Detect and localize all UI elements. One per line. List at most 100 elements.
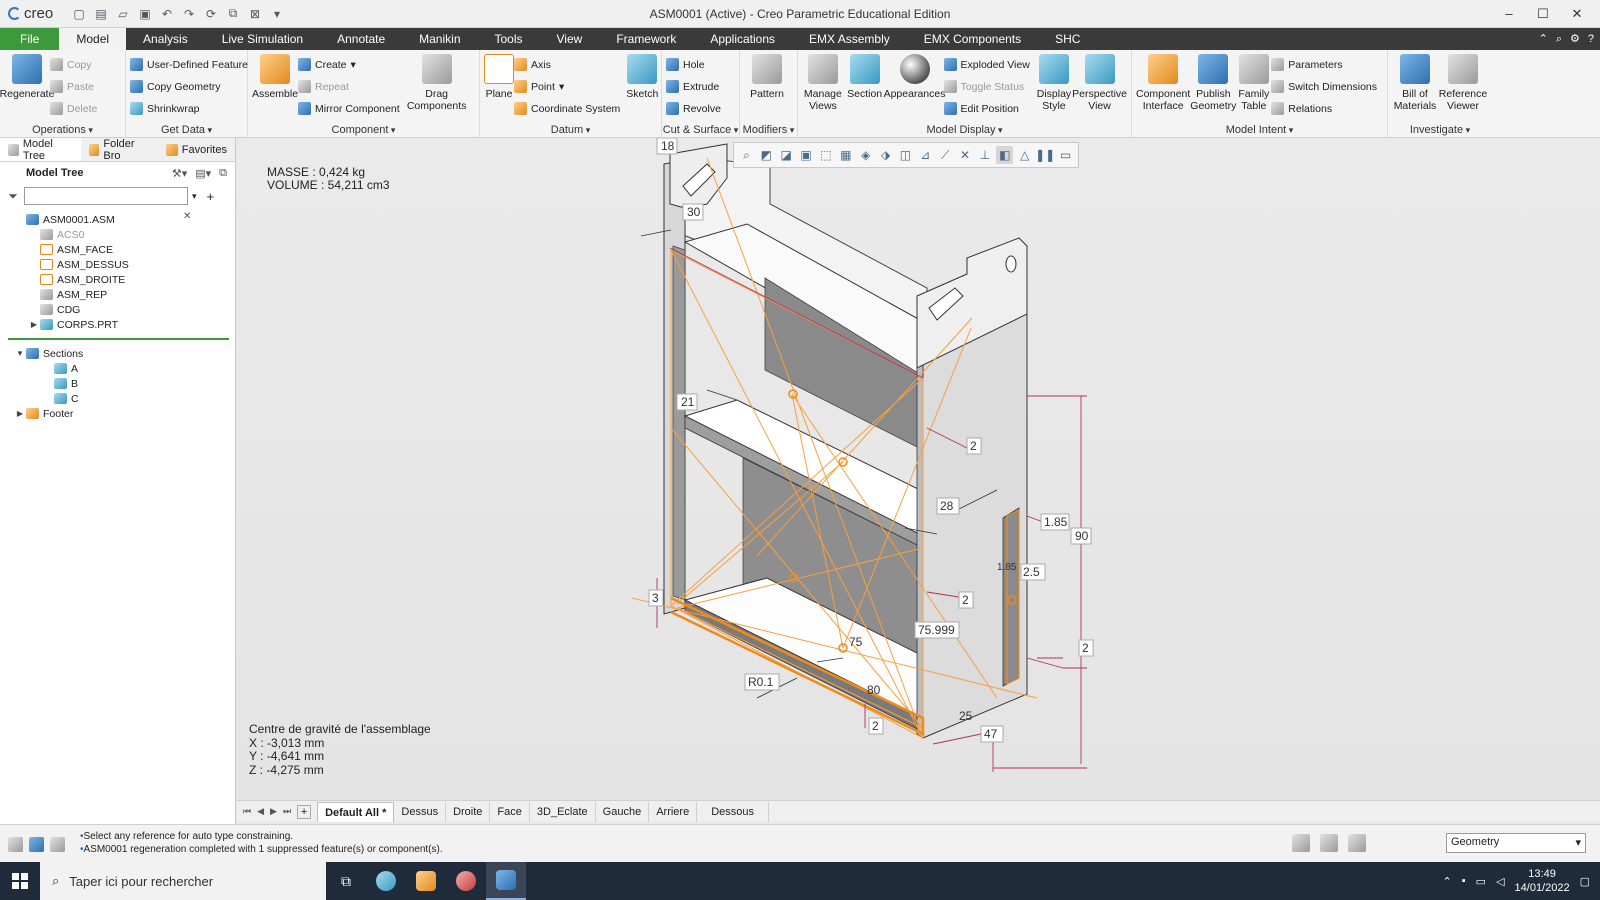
network-icon[interactable]: ▭ — [1476, 875, 1486, 888]
point-button[interactable]: Point ▾ — [514, 77, 620, 96]
parameters-button[interactable]: Parameters — [1271, 55, 1377, 74]
task-view-button[interactable]: ⧉ — [326, 862, 366, 900]
delete-button[interactable]: Delete — [50, 99, 97, 118]
graphics-window[interactable]: MASSE : 0,424 kg VOLUME : 54,211 cm3 Cen… — [237, 138, 1600, 800]
zoom-out-icon[interactable]: ◪ — [778, 146, 795, 164]
section-toolbar-icon[interactable]: ◫ — [897, 146, 914, 164]
search-icon[interactable]: ⌕ — [1556, 28, 1562, 50]
save-icon[interactable]: ▣ — [136, 5, 154, 23]
regenerate-small-icon[interactable]: ⟳ — [202, 5, 220, 23]
tree-settings-icon[interactable]: ⚒▾ — [172, 167, 187, 180]
clock[interactable]: 13:49 14/01/2022 — [1515, 867, 1570, 895]
hole-button[interactable]: Hole — [666, 55, 721, 74]
selected-items-icon[interactable] — [1348, 834, 1366, 852]
mirror-component-button[interactable]: Mirror Component — [298, 99, 400, 118]
tab-favorites[interactable]: Favorites — [158, 138, 235, 161]
search-dropdown-icon[interactable]: ▾ — [192, 191, 197, 202]
tab-analysis[interactable]: Analysis — [126, 28, 205, 50]
group-label-get-data[interactable]: Get Data — [126, 124, 247, 136]
point-display-icon[interactable]: ✕ — [957, 146, 974, 164]
notifications-icon[interactable]: ▢ — [1580, 875, 1590, 888]
help-icon[interactable]: ? — [1588, 28, 1594, 50]
perspective-icon[interactable]: ⬗ — [877, 146, 894, 164]
tab-file[interactable]: File — [0, 28, 60, 50]
next-view-icon[interactable]: ▶ — [270, 806, 277, 817]
tab-applications[interactable]: Applications — [693, 28, 792, 50]
open-folder-icon[interactable]: ▱ — [114, 5, 132, 23]
tab-framework[interactable]: Framework — [599, 28, 693, 50]
extrude-button[interactable]: Extrude — [666, 77, 721, 96]
group-label-modifiers[interactable]: Modifiers — [740, 124, 797, 136]
refit-icon[interactable]: ⌕ — [738, 146, 755, 164]
find-icon[interactable] — [1320, 834, 1338, 852]
browser-icon[interactable] — [29, 837, 44, 852]
tree-search-input[interactable] — [24, 187, 188, 205]
tab-manikin[interactable]: Manikin — [402, 28, 477, 50]
creo-app[interactable] — [486, 862, 526, 900]
expand-toggle-icon[interactable]: ▼ — [14, 349, 26, 358]
tab-emx-components[interactable]: EMX Components — [907, 28, 1038, 50]
view-tab-default-all[interactable]: Default All * — [317, 801, 395, 822]
maximize-icon[interactable]: ☐ — [1526, 4, 1560, 24]
expand-toggle-icon[interactable]: ▶ — [14, 409, 26, 418]
group-label-component[interactable]: Component — [248, 124, 479, 136]
tree-item[interactable]: ASM0001.ASM — [0, 212, 235, 227]
group-label-datum[interactable]: Datum — [480, 124, 661, 136]
edit-position-button[interactable]: Edit Position — [943, 99, 1030, 118]
file-explorer-app[interactable] — [406, 862, 446, 900]
repaint-icon[interactable]: ▣ — [798, 146, 815, 164]
tab-view[interactable]: View — [540, 28, 600, 50]
first-view-icon[interactable]: ⏮ — [243, 806, 251, 817]
view-tab-dessous[interactable]: Dessous — [697, 801, 769, 822]
add-icon[interactable]: + — [207, 189, 215, 204]
toggle-status-button[interactable]: Toggle Status — [943, 77, 1030, 96]
volume-icon[interactable]: ◁ — [1496, 875, 1504, 888]
toggle-navigator-icon[interactable] — [8, 837, 23, 852]
relations-button[interactable]: Relations — [1271, 99, 1377, 118]
undo-icon[interactable]: ↶ — [158, 5, 176, 23]
view-tab-droite[interactable]: Droite — [446, 801, 491, 822]
tab-model[interactable]: Model — [59, 28, 127, 50]
taskbar-search[interactable]: ⌕ Taper ici pour rechercher — [40, 862, 326, 900]
tray-expand-icon[interactable]: ⌃ — [1443, 875, 1452, 888]
group-label-model-intent[interactable]: Model Intent — [1132, 124, 1387, 136]
create-button[interactable]: Create ▾ — [298, 55, 400, 74]
tree-item[interactable]: ASM_DROITE — [0, 272, 235, 287]
group-label-model-display[interactable]: Model Display — [798, 124, 1131, 136]
windows-icon[interactable]: ⧉ — [224, 5, 242, 23]
tree-item[interactable]: ASM_REP — [0, 287, 235, 302]
csys-display-icon[interactable]: ⊥ — [977, 146, 994, 164]
tab-shc[interactable]: SHC — [1038, 28, 1097, 50]
firefox-app[interactable] — [446, 862, 486, 900]
pause-icon[interactable]: ❚❚ — [1035, 146, 1055, 164]
tree-item[interactable]: CDG — [0, 302, 235, 317]
copy-button[interactable]: Copy — [50, 55, 97, 74]
annotation-display-icon[interactable]: ◧ — [996, 146, 1014, 164]
fullscreen-icon[interactable] — [50, 837, 65, 852]
tab-annotate[interactable]: Annotate — [320, 28, 402, 50]
tree-columns-icon[interactable]: ⧉ — [219, 167, 227, 180]
view-tab-dessus[interactable]: Dessus — [394, 801, 447, 822]
clear-search-icon[interactable]: ✕ — [183, 211, 191, 222]
tab-folder-browser[interactable]: Folder Bro — [81, 138, 158, 162]
view-tab-arriere[interactable]: Arriere — [649, 801, 698, 822]
tray-app-icon[interactable]: ▪ — [1462, 875, 1466, 887]
tree-item[interactable]: ACS0 — [0, 227, 235, 242]
expand-toggle-icon[interactable]: ▶ — [28, 320, 40, 329]
selection-tool-icon[interactable] — [1292, 834, 1310, 852]
coordinate-system-button[interactable]: Coordinate System — [514, 99, 620, 118]
zoom-in-icon[interactable]: ◩ — [758, 146, 775, 164]
edge-app[interactable] — [366, 862, 406, 900]
revolve-button[interactable]: Revolve — [666, 99, 721, 118]
tab-model-tree[interactable]: Model Tree — [0, 138, 81, 162]
customize-qat-icon[interactable]: ▾ — [268, 5, 286, 23]
shrinkwrap-button[interactable]: Shrinkwrap — [130, 99, 248, 118]
tree-show-icon[interactable]: ▤▾ — [195, 167, 211, 180]
collapse-ribbon-icon[interactable]: ⌃ — [1539, 28, 1548, 50]
tree-item[interactable]: ASM_DESSUS — [0, 257, 235, 272]
tree-item[interactable]: ▶ CORPS.PRT — [0, 317, 235, 332]
user-defined-feature-button[interactable]: User-Defined Feature — [130, 55, 248, 74]
repeat-button[interactable]: Repeat — [298, 77, 400, 96]
selection-filter-dropdown[interactable]: Geometry ▾ — [1446, 833, 1586, 853]
exploded-view-button[interactable]: Exploded View — [943, 55, 1030, 74]
